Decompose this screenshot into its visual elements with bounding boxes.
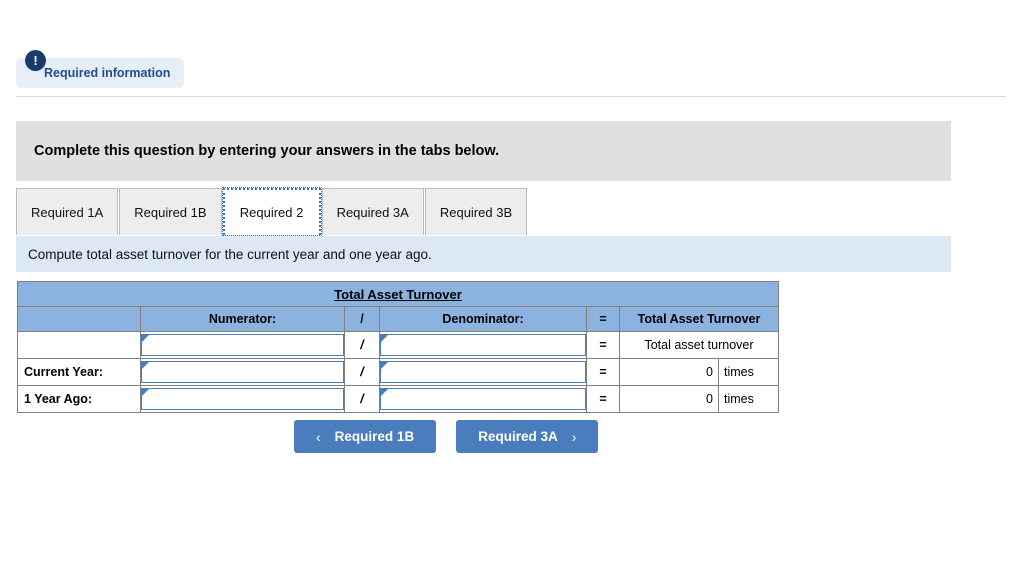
denominator-cell-0	[379, 331, 587, 359]
slash-current-year: /	[344, 358, 380, 386]
clipped-question-text	[16, 86, 1006, 97]
equals-one-year-ago: =	[586, 385, 620, 413]
page-root: ! Required information Complete this que…	[0, 0, 1024, 585]
requirement-tabs: Required 1A Required 1B Required 2 Requi…	[16, 187, 528, 236]
clipped-top-text	[16, 20, 1006, 32]
row-label-one-year-ago: 1 Year Ago:	[17, 385, 141, 413]
chevron-left-icon: ‹	[316, 428, 321, 445]
table-header-row: Numerator: / Denominator: = Total Asset …	[17, 306, 779, 332]
result-value-one-year-ago: 0	[619, 385, 719, 413]
denominator-cell-one-year-ago	[379, 385, 587, 413]
slash-0: /	[344, 331, 380, 359]
table-row: 1 Year Ago: / = 0 times	[17, 385, 779, 413]
row-label-0	[17, 331, 141, 359]
chevron-right-icon: ›	[571, 428, 577, 445]
column-header-denominator: Denominator:	[379, 306, 587, 332]
result-unit-one-year-ago: times	[718, 385, 779, 413]
tab-required-3b[interactable]: Required 3B	[424, 188, 528, 235]
tab-required-3a[interactable]: Required 3A	[321, 188, 424, 235]
numerator-input-one-year-ago[interactable]	[141, 388, 344, 410]
tab-required-1b[interactable]: Required 1B	[119, 188, 222, 235]
numerator-cell-current-year	[140, 358, 345, 386]
table-row: / = Total asset turnover	[17, 331, 779, 359]
exclamation-icon: !	[25, 50, 46, 71]
result-unit-current-year: times	[718, 358, 779, 386]
complete-question-banner: Complete this question by entering your …	[16, 121, 951, 181]
column-header-result: Total Asset Turnover	[619, 306, 779, 332]
next-required-3a-button[interactable]: Required 3A ›	[456, 420, 599, 453]
result-caption-0: Total asset turnover	[619, 331, 779, 359]
denominator-input-current-year[interactable]	[380, 361, 586, 383]
tab-required-2[interactable]: Required 2	[221, 187, 322, 236]
column-header-slash: /	[344, 306, 380, 332]
table-title-row: Total Asset Turnover	[17, 281, 779, 307]
equals-0: =	[586, 331, 620, 359]
row-label-current-year: Current Year:	[17, 358, 141, 386]
denominator-input-0[interactable]	[380, 334, 586, 356]
equals-current-year: =	[586, 358, 620, 386]
result-value-current-year: 0	[619, 358, 719, 386]
tab-navigation: ‹ Required 1B Required 3A ›	[294, 420, 599, 453]
total-asset-turnover-table: Total Asset Turnover Numerator: / Denomi…	[17, 281, 779, 413]
tab-required-1a[interactable]: Required 1A	[16, 188, 119, 235]
table-row: Current Year: / = 0 times	[17, 358, 779, 386]
column-header-label	[17, 306, 141, 332]
column-header-equals: =	[586, 306, 620, 332]
prev-required-1b-button[interactable]: ‹ Required 1B	[294, 420, 437, 453]
numerator-cell-one-year-ago	[140, 385, 345, 413]
denominator-input-one-year-ago[interactable]	[380, 388, 586, 410]
denominator-cell-current-year	[379, 358, 587, 386]
next-button-label: Required 3A	[478, 429, 558, 444]
prev-button-label: Required 1B	[334, 429, 415, 444]
column-header-numerator: Numerator:	[140, 306, 345, 332]
task-instruction: Compute total asset turnover for the cur…	[16, 236, 951, 272]
slash-one-year-ago: /	[344, 385, 380, 413]
numerator-input-0[interactable]	[141, 334, 344, 356]
numerator-cell-0	[140, 331, 345, 359]
numerator-input-current-year[interactable]	[141, 361, 344, 383]
table-title: Total Asset Turnover	[17, 281, 779, 307]
